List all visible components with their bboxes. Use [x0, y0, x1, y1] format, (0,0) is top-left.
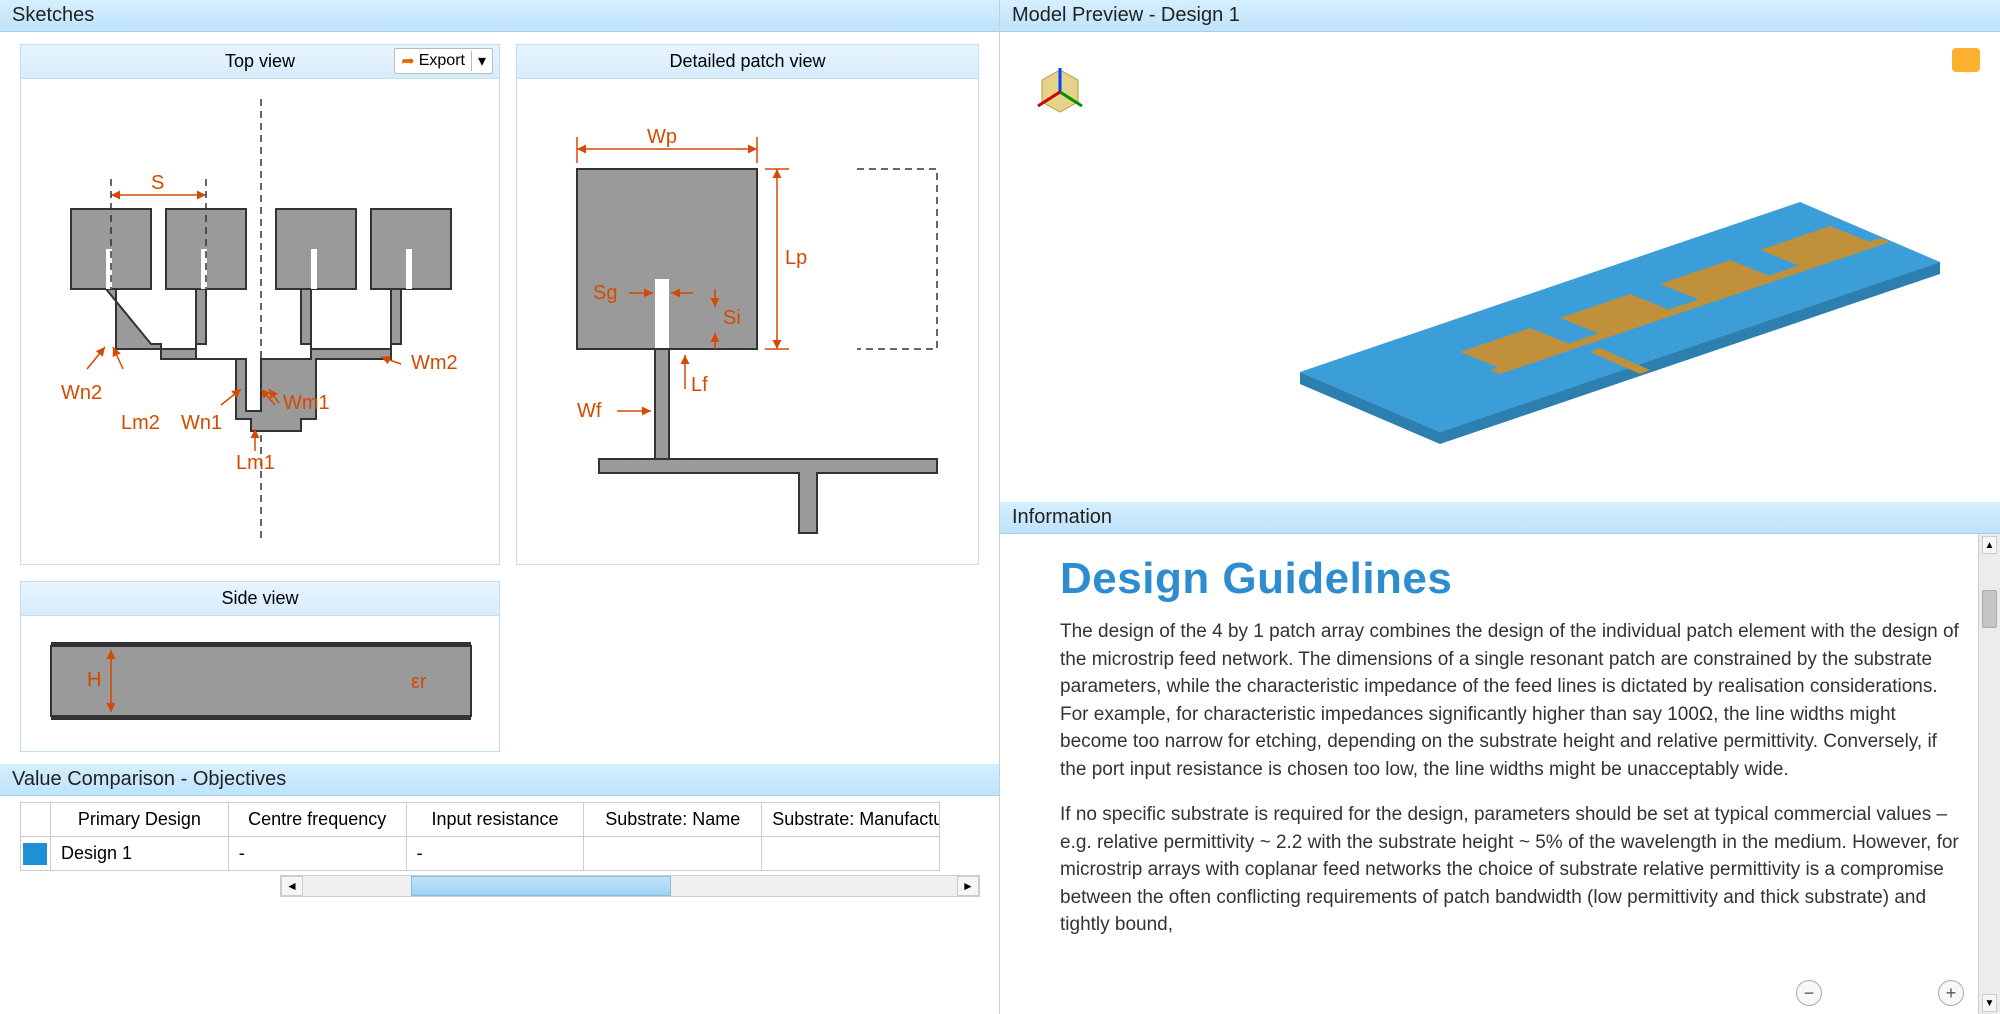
axis-triad-icon[interactable]	[1030, 62, 1090, 122]
export-dropdown-arrow[interactable]: ▾	[471, 51, 486, 71]
svg-text:H: H	[87, 669, 101, 691]
cell-sub-name	[584, 837, 762, 871]
col-swatch	[21, 803, 51, 837]
svg-text:Sg: Sg	[593, 282, 617, 304]
info-paragraph-2: If no specific substrate is required for…	[1060, 801, 1968, 939]
col-centre-freq[interactable]: Centre frequency	[228, 803, 406, 837]
svg-text:Lm2: Lm2	[121, 412, 160, 434]
top-view-sketch: S Wm2 Wm1 Wn2	[31, 89, 491, 549]
svg-text:Lf: Lf	[691, 374, 708, 396]
cell-input-res: -	[406, 837, 584, 871]
sketches-panel-header: Sketches	[0, 0, 999, 32]
info-paragraph-1: The design of the 4 by 1 patch array com…	[1060, 618, 1968, 783]
zoom-in-button[interactable]: +	[1938, 980, 1964, 1006]
svg-text:Wm1: Wm1	[283, 392, 330, 414]
svg-text:εr: εr	[411, 671, 427, 693]
table-header-row: Primary Design Centre frequency Input re…	[21, 803, 940, 837]
side-view-card: Side view H εr	[20, 581, 500, 752]
svg-text:Lm1: Lm1	[236, 452, 275, 474]
value-comparison-panel: Value Comparison - Objectives Primary De…	[0, 764, 999, 1014]
cell-sub-mfr	[762, 837, 940, 871]
information-body[interactable]: Design Guidelines The design of the 4 by…	[1000, 534, 2000, 969]
col-primary-design[interactable]: Primary Design	[51, 803, 229, 837]
sketches-body: Top view ➦ Export ▾	[0, 32, 999, 764]
svg-text:Wp: Wp	[647, 126, 677, 148]
scroll-down-arrow[interactable]: ▼	[1982, 994, 1997, 1012]
design-swatch	[23, 843, 47, 865]
svg-text:Wn2: Wn2	[61, 382, 102, 404]
warning-icon[interactable]	[1952, 48, 1980, 72]
info-heading: Design Guidelines	[1060, 554, 1976, 604]
side-view-title: Side view	[221, 588, 298, 608]
model-3d-render	[1120, 92, 2000, 492]
cell-centre-freq: -	[228, 837, 406, 871]
zoom-out-button[interactable]: −	[1796, 980, 1822, 1006]
scroll-up-arrow[interactable]: ▲	[1982, 536, 1997, 554]
export-icon: ➦	[401, 51, 414, 71]
svg-text:Si: Si	[723, 307, 741, 329]
value-comparison-table: Primary Design Centre frequency Input re…	[20, 802, 940, 871]
svg-text:Wn1: Wn1	[181, 412, 222, 434]
detailed-patch-sketch: Wp Lp Sg	[527, 89, 967, 549]
info-vertical-scrollbar[interactable]: ▲ ▼	[1978, 534, 2000, 1014]
model-preview-header: Model Preview - Design 1	[1000, 0, 2000, 32]
table-row[interactable]: Design 1 - -	[21, 837, 940, 871]
detailed-patch-card: Detailed patch view	[516, 44, 979, 565]
value-comparison-header: Value Comparison - Objectives	[0, 764, 999, 796]
zoom-controls: − +	[1796, 980, 1964, 1006]
information-header: Information	[1000, 502, 2000, 534]
svg-text:Wf: Wf	[577, 400, 602, 422]
scroll-thumb[interactable]	[411, 876, 671, 896]
scroll-left-arrow[interactable]: ◄	[281, 876, 303, 896]
export-label: Export	[419, 52, 465, 70]
svg-text:Wm2: Wm2	[411, 352, 458, 374]
export-button[interactable]: ➦ Export ▾	[394, 48, 493, 74]
detailed-patch-title: Detailed patch view	[669, 51, 825, 71]
scroll-right-arrow[interactable]: ►	[957, 876, 979, 896]
svg-text:S: S	[151, 172, 164, 194]
top-view-card: Top view ➦ Export ▾	[20, 44, 500, 565]
svg-text:Lp: Lp	[785, 247, 807, 269]
col-substrate-name[interactable]: Substrate: Name	[584, 803, 762, 837]
side-view-sketch: H εr	[31, 626, 491, 736]
col-input-res[interactable]: Input resistance	[406, 803, 584, 837]
table-horizontal-scrollbar[interactable]: ◄ ►	[280, 875, 980, 897]
col-substrate-mfr[interactable]: Substrate: Manufacturer	[762, 803, 940, 837]
top-view-title: Top view	[225, 51, 295, 71]
cell-primary: Design 1	[51, 837, 229, 871]
model-preview-viewport[interactable]	[1000, 32, 2000, 502]
